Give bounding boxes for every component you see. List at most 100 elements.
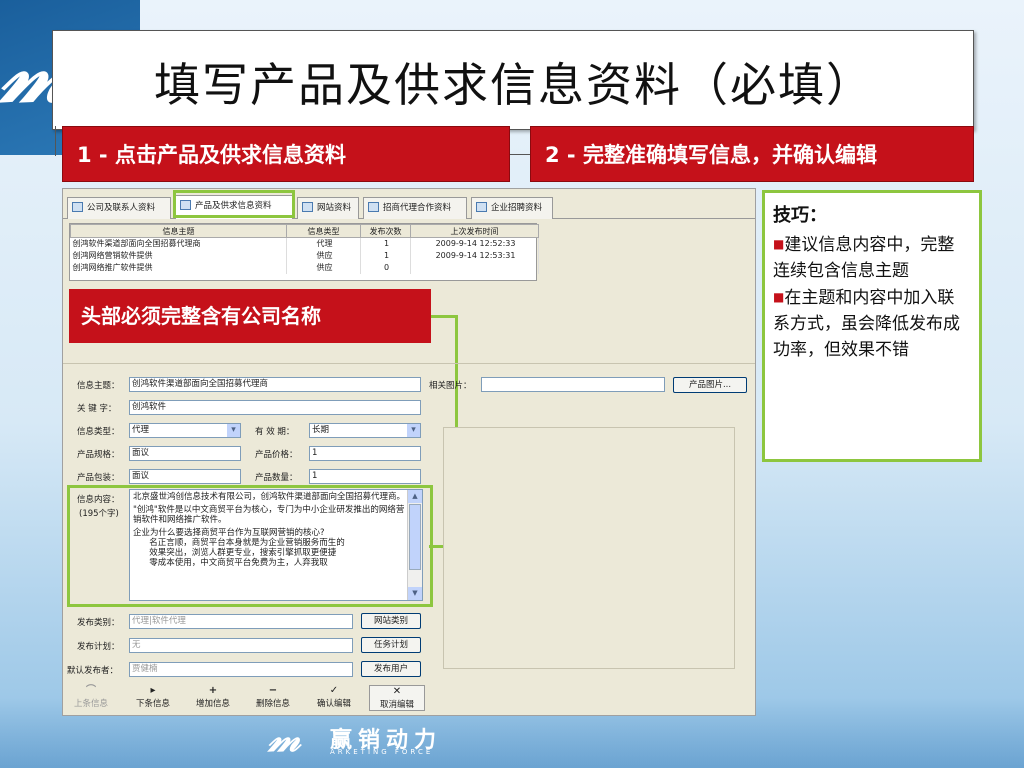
type-select[interactable]: 代理 <box>129 423 241 438</box>
toolbar-label: 上条信息 <box>73 699 108 709</box>
scroll-thumb[interactable] <box>409 504 421 570</box>
tab-company-contacts[interactable]: 公司及联系人资料 <box>67 197 171 219</box>
table-row[interactable]: 创鸿软件渠道部面向全国招募代理商 代理 1 2009-9-14 12:52:33 <box>70 237 539 250</box>
previous-record-button[interactable]: ⌒ 上条信息 <box>71 685 111 711</box>
active-tab-highlight <box>173 190 295 218</box>
table-cell: 2009-9-14 12:52:33 <box>410 237 539 250</box>
brand-name-en: ARKETING FORCE <box>330 748 434 756</box>
quantity-input[interactable]: 1 <box>309 469 421 484</box>
package-label: 产品包装： <box>77 473 120 483</box>
info-grid: 信息主题 信息类型 发布次数 上次发布时间 创鸿软件渠道部面向全国招募代理商 代… <box>69 223 539 281</box>
bullet-icon: ■ <box>773 290 785 304</box>
quantity-label: 产品数量： <box>255 473 298 483</box>
package-input[interactable]: 面议 <box>129 469 241 484</box>
bullet-icon: ■ <box>773 237 785 251</box>
tab-website[interactable]: 网站资料 <box>297 197 359 219</box>
close-icon: ✕ <box>392 686 402 697</box>
recruit-icon <box>476 202 487 212</box>
confirm-edit-button[interactable]: ✓ 确认编辑 <box>313 685 355 711</box>
content-paragraph: "创鸿"软件是以中文商贸平台为核心，专门为中小企业研发推出的网络营销软件和网络推… <box>133 505 405 525</box>
validity-select[interactable]: 长期 <box>309 423 421 438</box>
website-category-button[interactable]: 网站类别 <box>361 613 421 629</box>
tip-item: ■建议信息内容中，完整连续包含信息主题 <box>773 231 971 284</box>
spec-input[interactable]: 面议 <box>129 446 241 461</box>
toolbar-label: 增加信息 <box>195 699 230 709</box>
validity-label: 有 效 期： <box>255 427 295 437</box>
content-scrollbar[interactable]: ▲ ▼ <box>407 490 422 600</box>
column-header[interactable]: 发布次数 <box>360 224 411 238</box>
type-label: 信息类型： <box>77 427 120 437</box>
callout-header-requirement: 头部必须完整含有公司名称 <box>69 289 431 343</box>
table-cell: 供应 <box>286 249 361 262</box>
title-box: 填写产品及供求信息资料（必填） <box>52 30 974 130</box>
step-2-label: 2 - 完整准确填写信息，并确认编辑 <box>530 126 974 182</box>
picture-input[interactable] <box>481 377 665 392</box>
callout-connector <box>431 315 457 318</box>
tab-label: 招商代理合作资料 <box>383 203 452 213</box>
spec-label: 产品规格： <box>77 450 120 460</box>
tab-recruitment[interactable]: 企业招聘资料 <box>471 197 553 219</box>
partner-icon <box>368 202 379 212</box>
publish-user-button[interactable]: 发布用户 <box>361 661 421 677</box>
brand-logo-mark: 𝓂 <box>0 25 70 121</box>
tip-text: 建议信息内容中，完整连续包含信息主题 <box>773 235 955 281</box>
table-row[interactable]: 创鸿网络营销软件提供 供应 1 2009-9-14 12:53:31 <box>70 249 539 262</box>
table-cell: 1 <box>360 249 411 262</box>
form-divider <box>63 363 755 364</box>
company-icon <box>72 202 83 212</box>
plus-icon: + <box>208 685 218 696</box>
toolbar-label: 删除信息 <box>255 699 290 709</box>
web-icon <box>302 202 313 212</box>
column-header[interactable]: 信息主题 <box>70 224 287 238</box>
table-cell <box>410 261 539 274</box>
keyword-label: 关 键 字： <box>77 404 117 414</box>
table-cell: 创鸿网络营销软件提供 <box>70 249 287 262</box>
table-cell: 代理 <box>286 237 361 250</box>
tip-text: 在主题和内容中加入联系方式，虽会降低发布成功率，但效果不错 <box>773 288 960 360</box>
category-label: 发布类别： <box>77 618 120 628</box>
brand-logo-mark: 𝓂 <box>268 715 301 760</box>
column-header[interactable]: 信息类型 <box>286 224 361 238</box>
content-paragraph: 北京盛世鸿创信息技术有限公司，创鸿软件渠道部面向全国招募代理商。 <box>133 492 406 502</box>
tip-item: ■在主题和内容中加入联系方式，虽会降低发布成功率，但效果不错 <box>773 284 971 363</box>
tab-label: 网站资料 <box>317 203 352 213</box>
price-label: 产品价格： <box>255 450 298 460</box>
product-picture-button[interactable]: 产品图片... <box>673 377 747 393</box>
delete-record-button[interactable]: − 删除信息 <box>253 685 293 711</box>
grid-header-row: 信息主题 信息类型 发布次数 上次发布时间 <box>70 224 539 238</box>
step-connector-line <box>510 154 530 155</box>
step-connector-tick <box>55 126 56 156</box>
table-cell: 供应 <box>286 261 361 274</box>
tab-label: 企业招聘资料 <box>491 203 543 213</box>
publisher-input[interactable]: 贾健楠 <box>129 662 353 677</box>
app-screenshot: 公司及联系人资料 产品及供求信息资料 网站资料 招商代理合作资料 企业招聘资料 … <box>62 188 756 716</box>
scroll-up-arrow-icon[interactable]: ▲ <box>408 490 422 503</box>
table-cell: 创鸿软件渠道部面向全国招募代理商 <box>70 237 287 250</box>
plan-input[interactable]: 无 <box>129 638 353 653</box>
previous-icon: ⌒ <box>86 685 96 696</box>
tab-label: 公司及联系人资料 <box>87 203 156 213</box>
toolbar-label: 取消编辑 <box>379 700 414 710</box>
picture-label: 相关图片： <box>429 381 472 391</box>
tab-partner-agency[interactable]: 招商代理合作资料 <box>363 197 467 219</box>
picture-preview-area <box>443 427 735 669</box>
table-row[interactable]: 创鸿网络推广软件提供 供应 0 <box>70 261 539 274</box>
content-textarea[interactable]: 北京盛世鸿创信息技术有限公司，创鸿软件渠道部面向全国招募代理商。 "创鸿"软件是… <box>129 489 423 601</box>
price-input[interactable]: 1 <box>309 446 421 461</box>
add-record-button[interactable]: + 增加信息 <box>193 685 233 711</box>
keyword-input[interactable]: 创鸿软件 <box>129 400 421 415</box>
next-record-button[interactable]: ▸ 下条信息 <box>133 685 173 711</box>
tips-title: 技巧： <box>773 205 827 226</box>
content-paragraph: 企业为什么要选择商贸平台作为互联网营销的核心? 名正言顺，商贸平台本身就是为企业… <box>133 528 345 568</box>
content-char-count: (195个字) <box>79 509 119 519</box>
category-input[interactable]: 代理|软件代理 <box>129 614 353 629</box>
step-1-label: 1 - 点击产品及供求信息资料 <box>62 126 510 182</box>
column-header[interactable]: 上次发布时间 <box>410 224 539 238</box>
subject-input[interactable]: 创鸿软件渠道部面向全国招募代理商 <box>129 377 421 392</box>
toolbar-label: 确认编辑 <box>316 699 351 709</box>
scroll-down-arrow-icon[interactable]: ▼ <box>408 587 422 600</box>
page-title: 填写产品及供求信息资料（必填） <box>154 58 874 112</box>
cancel-edit-button[interactable]: ✕ 取消编辑 <box>369 685 425 711</box>
minus-icon: − <box>268 685 278 696</box>
task-plan-button[interactable]: 任务计划 <box>361 637 421 653</box>
